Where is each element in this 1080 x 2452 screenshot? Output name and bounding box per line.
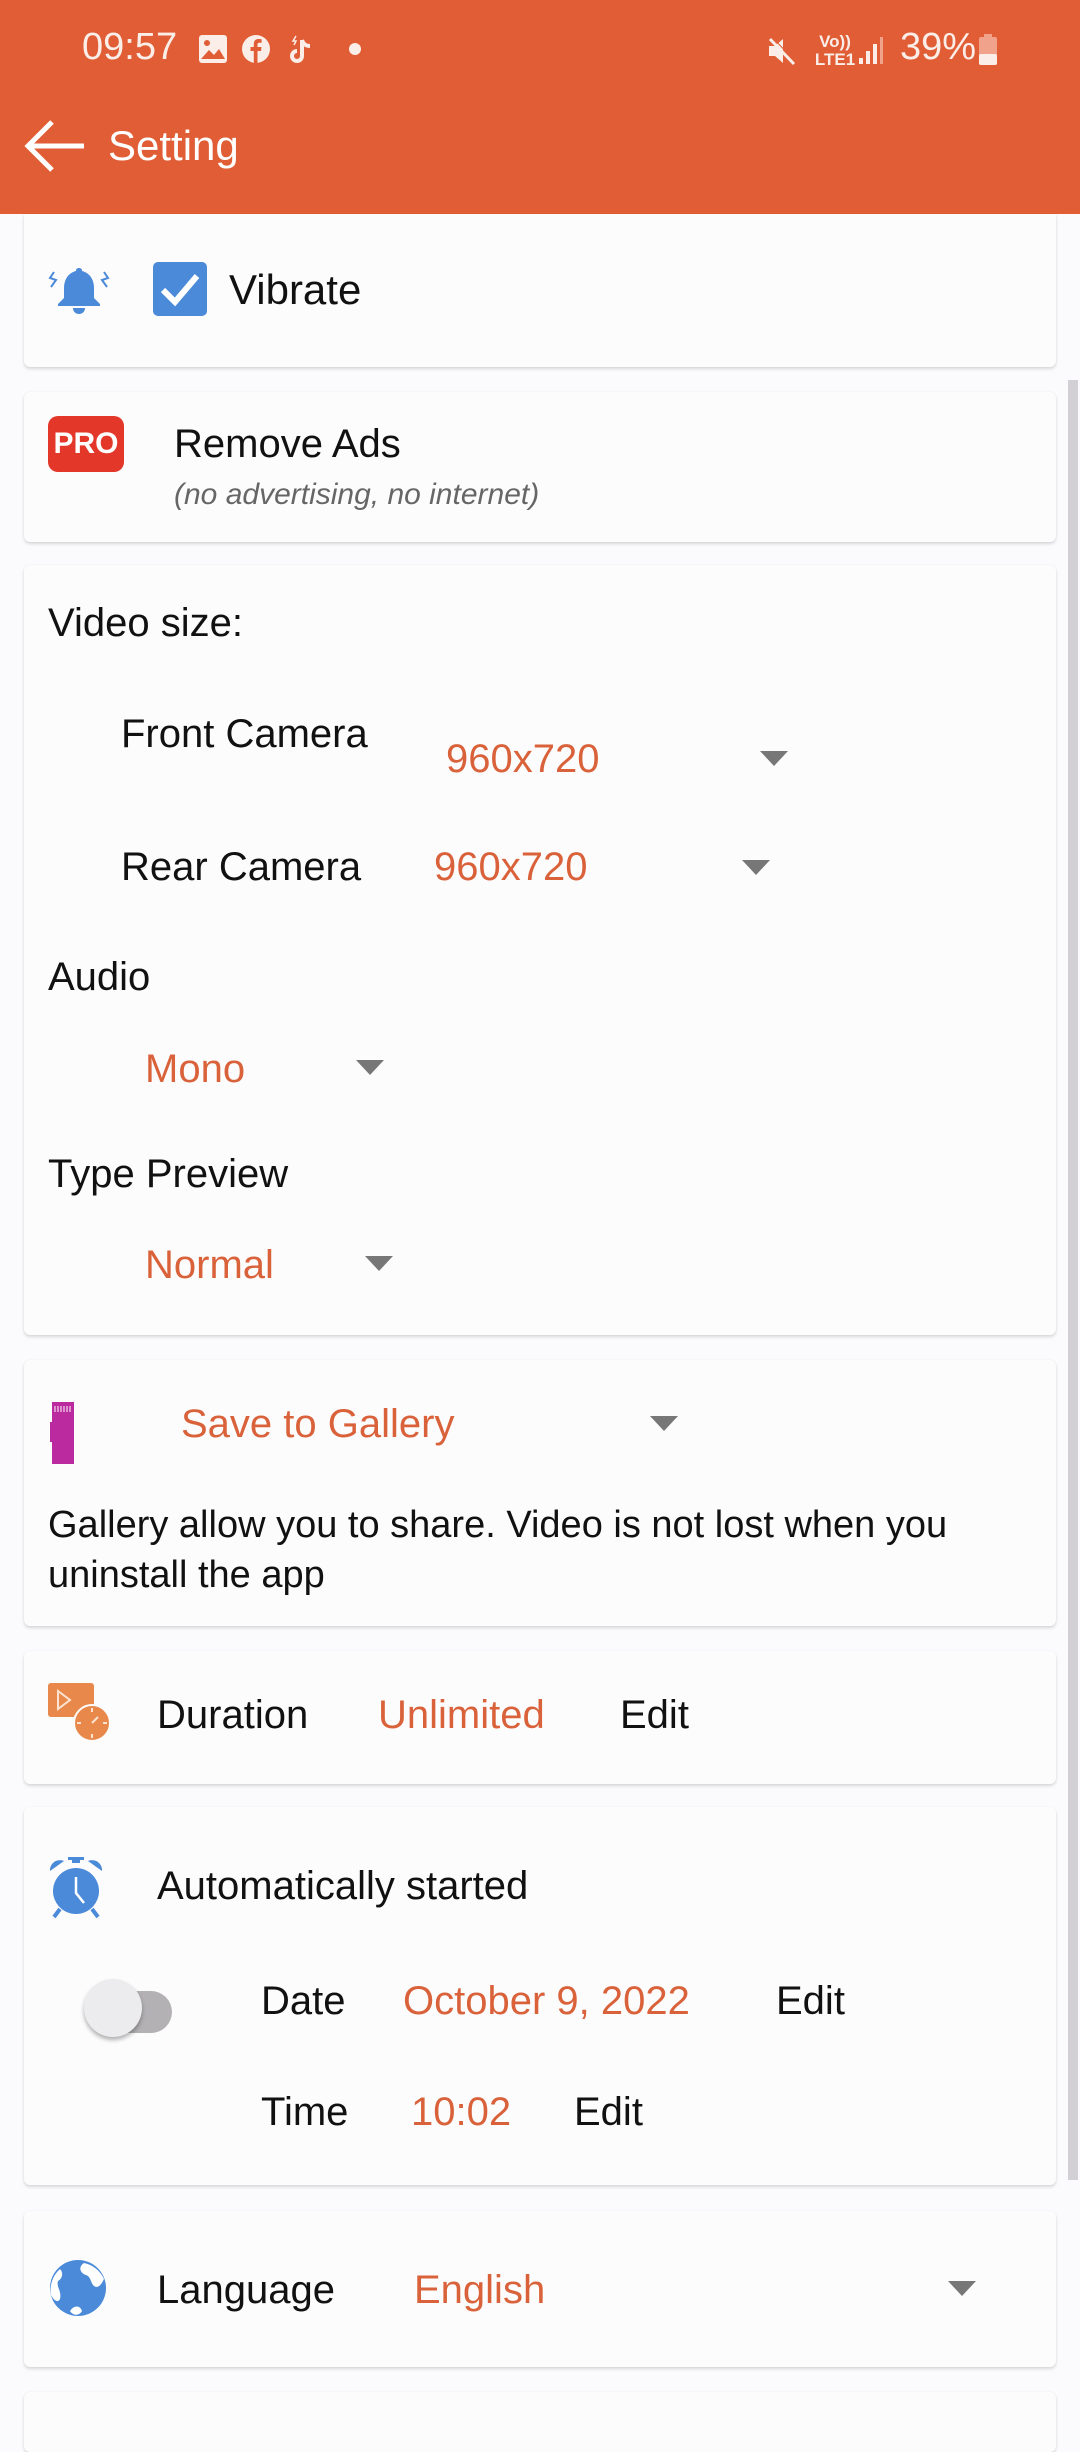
audio-value: Mono [145, 1047, 246, 1091]
app-bar: 09:57 Vo)) LTE1 39% Setting [0, 0, 1080, 214]
vibrate-checkbox[interactable] [153, 262, 207, 316]
next-setting-card [24, 2392, 1056, 2452]
time-value: 10:02 [411, 2090, 512, 2134]
scrollbar[interactable] [1068, 380, 1078, 2180]
remove-ads-card[interactable]: PRO Remove Ads (no advertising, no inter… [24, 392, 1056, 542]
battery-percent: 39% [900, 26, 977, 68]
mute-icon [768, 36, 797, 66]
date-value: October 9, 2022 [403, 1979, 690, 2023]
time-label: Time [261, 2090, 349, 2134]
vibrate-card: Vibrate [24, 214, 1056, 367]
status-bar: 09:57 Vo)) LTE1 39% [0, 0, 1080, 100]
chevron-down-icon [948, 2281, 976, 2296]
video-timer-icon [48, 1683, 111, 1742]
remove-ads-label: Remove Ads [174, 422, 401, 466]
video-settings-card: Video size: Front Camera 960x720 Rear Ca… [24, 565, 1056, 1335]
auto-start-switch[interactable] [82, 1977, 174, 2047]
pro-badge: PRO [48, 416, 124, 472]
date-label: Date [261, 1979, 346, 2023]
language-label: Language [157, 2268, 335, 2312]
page-title: Setting [108, 122, 239, 169]
chevron-down-icon [356, 1060, 384, 1075]
rear-camera-spinner[interactable]: 960x720 [424, 827, 824, 897]
front-camera-label: Front Camera [121, 712, 368, 756]
chevron-down-icon [365, 1256, 393, 1271]
switch-thumb [84, 1979, 142, 2037]
duration-label: Duration [157, 1693, 309, 1737]
front-camera-value: 960x720 [446, 737, 600, 781]
duration-card: Duration Unlimited Edit [24, 1651, 1056, 1784]
alarm-clock-icon [49, 1857, 103, 1919]
audio-label: Audio [48, 955, 151, 999]
audio-spinner[interactable]: Mono [124, 1035, 424, 1105]
vibrate-label[interactable]: Vibrate [229, 266, 361, 314]
date-edit-button[interactable]: Edit [776, 1979, 845, 2024]
language-card: Language English [24, 2211, 1056, 2367]
storage-value: Save to Gallery [181, 1402, 455, 1446]
chevron-down-icon [760, 751, 788, 766]
type-preview-label: Type Preview [48, 1152, 289, 1196]
signal-icon [859, 37, 883, 64]
back-button[interactable] [22, 116, 88, 176]
checkmark-icon [160, 274, 200, 307]
battery-icon [979, 34, 997, 65]
front-camera-spinner[interactable]: 960x720 [424, 715, 824, 785]
volte-lte-icon: Vo)) LTE1 [814, 32, 856, 69]
gallery-icon [199, 35, 227, 63]
sd-card-icon [50, 1402, 74, 1464]
language-spinner[interactable]: English [404, 2255, 1004, 2325]
rear-camera-value: 960x720 [434, 845, 588, 889]
storage-description: Gallery allow you to share. Video is not… [48, 1504, 948, 1596]
duration-edit-button[interactable]: Edit [620, 1693, 689, 1738]
duration-value: Unlimited [378, 1693, 545, 1737]
chevron-down-icon [650, 1416, 678, 1431]
tiktok-icon [290, 35, 311, 63]
globe-icon [50, 2260, 106, 2316]
vibrate-bell-icon [48, 268, 110, 314]
remove-ads-subtitle: (no advertising, no internet) [174, 478, 540, 511]
status-time: 09:57 [82, 26, 178, 68]
arrow-left-icon [24, 120, 84, 172]
video-size-label: Video size: [48, 601, 243, 645]
language-value: English [414, 2268, 546, 2312]
type-preview-value: Normal [145, 1243, 274, 1287]
rear-camera-label: Rear Camera [121, 845, 362, 889]
auto-start-card: Automatically started Date October 9, 20… [24, 1807, 1056, 2185]
storage-spinner[interactable]: Save to Gallery [154, 1390, 714, 1460]
chevron-down-icon [742, 860, 770, 875]
time-edit-button[interactable]: Edit [574, 2090, 643, 2135]
facebook-icon [242, 35, 270, 63]
auto-start-label: Automatically started [157, 1864, 529, 1908]
storage-card: Save to Gallery Gallery allow you to sha… [24, 1360, 1056, 1626]
type-preview-spinner[interactable]: Normal [124, 1231, 424, 1301]
notification-dot-icon [349, 43, 361, 55]
